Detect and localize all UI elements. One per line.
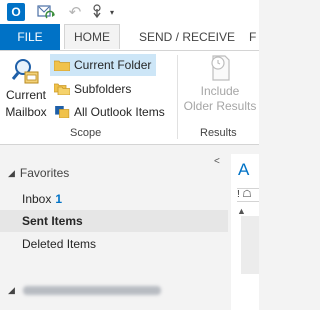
message-list-pane: A ! ☖ ▲ <box>231 154 259 310</box>
quick-access-toolbar: O ↶ ▾ <box>0 0 259 24</box>
column-header-icons[interactable]: ! ☖ <box>237 188 259 202</box>
favorites-header[interactable]: ◢ Favorites <box>8 166 69 180</box>
all-outlook-items-icon <box>55 106 70 118</box>
folder-icon <box>54 60 70 71</box>
sort-arrow-icon[interactable]: ▲ <box>237 206 246 216</box>
ribbon-group-divider <box>177 55 178 139</box>
touch-mode-icon[interactable] <box>90 2 104 22</box>
current-mailbox-label-2: Mailbox <box>5 105 47 119</box>
tab-send-receive[interactable]: SEND / RECEIVE <box>139 24 235 50</box>
current-mailbox-label-1: Current <box>5 88 46 102</box>
message-list-title: A <box>238 160 250 179</box>
inbox-label: Inbox <box>22 192 52 206</box>
group-label-scope: Scope <box>70 127 102 139</box>
include-label-2: Older Results <box>183 99 257 113</box>
collapse-pane-icon[interactable]: < <box>214 156 220 167</box>
all-outlook-items-label: All Outlook Items <box>74 105 165 119</box>
folder-inbox[interactable]: Inbox 1 <box>0 188 228 210</box>
include-older-results-button[interactable]: Include Older Results <box>180 54 260 114</box>
current-folder-label: Current Folder <box>74 58 152 72</box>
favorites-label: Favorites <box>19 166 70 180</box>
folder-deleted-items[interactable]: Deleted Items <box>0 233 228 255</box>
tab-home[interactable]: HOME <box>64 24 120 49</box>
message-list-area[interactable] <box>241 216 259 274</box>
send-receive-all-icon[interactable] <box>36 2 56 22</box>
ribbon: Current Mailbox Current Folder Subfolder… <box>0 50 259 145</box>
unread-count-badge: 1 <box>55 192 63 206</box>
subfolders-label: Subfolders <box>74 82 132 96</box>
undo-icon[interactable]: ↶ <box>66 2 84 22</box>
customize-dropdown-icon[interactable]: ▾ <box>108 2 116 22</box>
tab-partial[interactable]: F <box>249 24 256 50</box>
current-folder-button[interactable]: Current Folder <box>50 54 156 76</box>
account-email-redacted <box>22 286 161 295</box>
sent-items-label: Sent Items <box>22 214 83 228</box>
subfolders-icon <box>54 83 70 95</box>
all-outlook-items-button[interactable]: All Outlook Items <box>50 101 168 123</box>
mailbox-search-icon <box>11 59 39 84</box>
outlook-app-icon[interactable]: O <box>6 2 26 22</box>
deleted-items-label: Deleted Items <box>22 237 97 251</box>
ribbon-tabs: FILE HOME SEND / RECEIVE F <box>0 24 259 50</box>
subfolders-button[interactable]: Subfolders <box>50 78 156 100</box>
folder-sent-items[interactable]: Sent Items <box>0 210 228 232</box>
current-mailbox-button[interactable]: Current Mailbox <box>2 56 50 120</box>
group-label-results: Results <box>200 127 237 139</box>
include-label-1: Include <box>200 84 240 98</box>
clock-document-icon <box>211 55 230 81</box>
account-expand-icon: ◢ <box>8 285 15 295</box>
account-header[interactable]: ◢ <box>8 285 161 296</box>
tab-file[interactable]: FILE <box>0 24 60 50</box>
app-icon-letter: O <box>7 3 25 21</box>
expand-triangle-icon: ◢ <box>8 167 15 178</box>
